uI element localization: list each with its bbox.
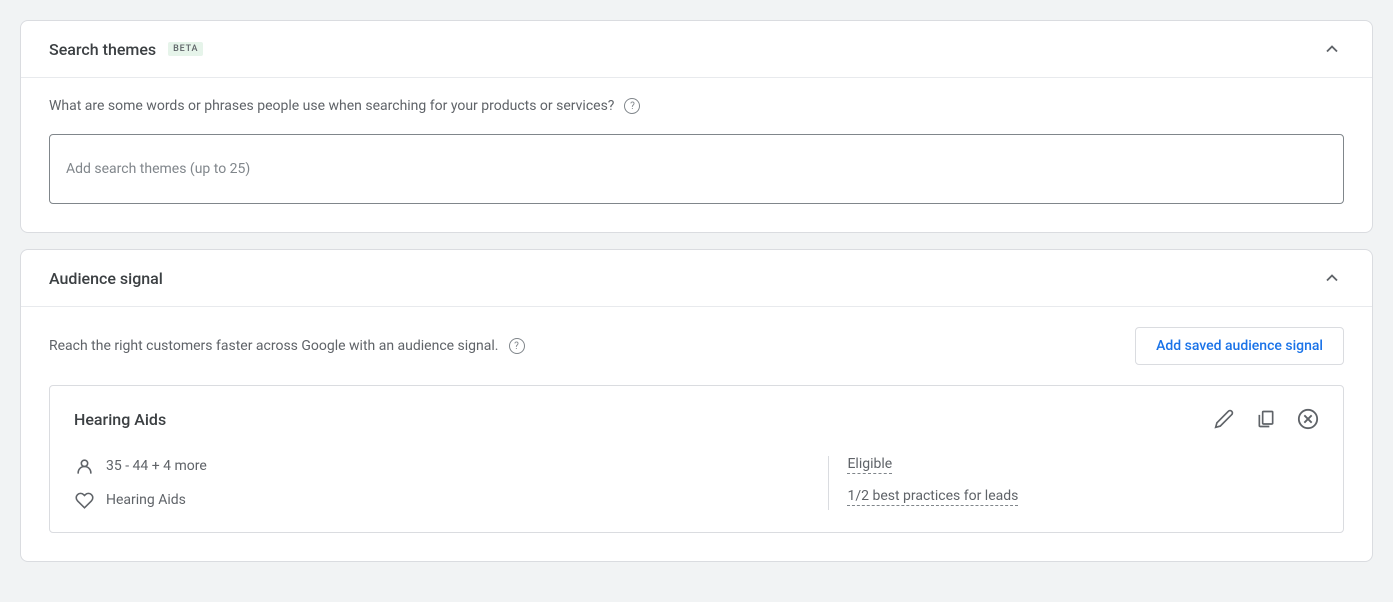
heart-icon (74, 490, 94, 510)
chevron-up-icon[interactable] (1320, 37, 1344, 61)
audience-signal-description-row: Reach the right customers faster across … (49, 338, 525, 354)
audience-details: 35 - 44 + 4 more Hearing Aids Eligible (74, 456, 1319, 510)
remove-icon[interactable] (1297, 408, 1319, 430)
audience-item-name: Hearing Aids (74, 410, 166, 429)
audience-details-left: 35 - 44 + 4 more Hearing Aids (74, 456, 828, 510)
audience-signal-description: Reach the right customers faster across … (49, 338, 499, 354)
best-practices-link[interactable]: 1/2 best practices for leads (847, 488, 1018, 506)
interest-row: Hearing Aids (74, 490, 828, 510)
search-themes-input[interactable] (49, 134, 1344, 204)
demographics-text: 35 - 44 + 4 more (106, 458, 207, 474)
help-icon[interactable]: ? (509, 338, 525, 354)
audience-item-header: Hearing Aids (74, 408, 1319, 430)
search-themes-card: Search themes BETA What are some words o… (20, 20, 1373, 233)
search-themes-body: What are some words or phrases people us… (21, 78, 1372, 232)
help-icon[interactable]: ? (624, 98, 640, 114)
audience-signal-body: Reach the right customers faster across … (21, 307, 1372, 561)
audience-signal-header[interactable]: Audience signal (21, 250, 1372, 307)
search-themes-description: What are some words or phrases people us… (49, 98, 614, 114)
audience-signal-title: Audience signal (49, 269, 163, 288)
copy-icon[interactable] (1255, 408, 1277, 430)
interest-text: Hearing Aids (106, 492, 186, 508)
search-themes-header[interactable]: Search themes BETA (21, 21, 1372, 78)
add-saved-audience-button[interactable]: Add saved audience signal (1135, 327, 1344, 365)
audience-details-right: Eligible 1/2 best practices for leads (828, 456, 1319, 510)
status-link[interactable]: Eligible (847, 456, 892, 474)
audience-item-actions (1213, 408, 1319, 430)
audience-signal-card: Audience signal Reach the right customer… (20, 249, 1373, 562)
demographics-row: 35 - 44 + 4 more (74, 456, 828, 476)
search-themes-title: Search themes (49, 40, 156, 59)
search-themes-description-row: What are some words or phrases people us… (49, 98, 640, 114)
audience-item-card: Hearing Aids (49, 385, 1344, 533)
chevron-up-icon[interactable] (1320, 266, 1344, 290)
practices-row: 1/2 best practices for leads (847, 488, 1319, 506)
search-themes-header-left: Search themes BETA (49, 40, 203, 59)
status-row: Eligible (847, 456, 1319, 474)
person-icon (74, 456, 94, 476)
beta-badge: BETA (168, 42, 203, 56)
edit-icon[interactable] (1213, 408, 1235, 430)
audience-signal-header-left: Audience signal (49, 269, 163, 288)
